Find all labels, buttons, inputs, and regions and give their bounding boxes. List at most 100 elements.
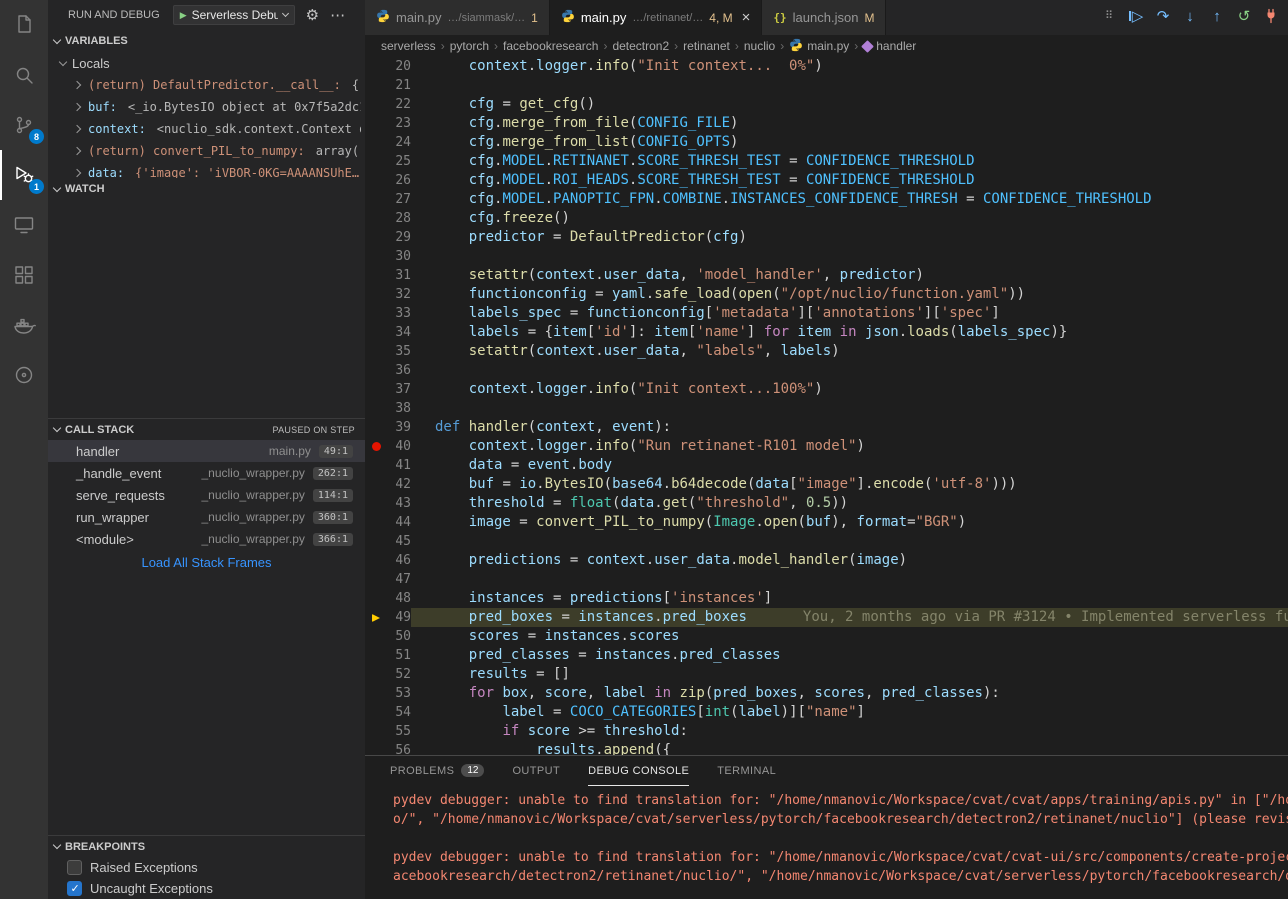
gear-icon[interactable]: ⚙ <box>306 8 319 23</box>
gutter[interactable] <box>365 304 387 323</box>
code-token: ]. <box>857 476 874 492</box>
sidebar-title: RUN AND DEBUG <box>68 9 160 21</box>
breadcrumb-item-pytorch[interactable]: pytorch <box>450 39 489 53</box>
breakpoint-checkbox[interactable] <box>67 881 82 896</box>
code-line: 51 pred_classes = instances.pred_classes <box>365 646 1288 665</box>
gutter[interactable] <box>365 285 387 304</box>
close-icon[interactable]: × <box>742 10 751 25</box>
activity-item-extensions[interactable] <box>0 250 48 300</box>
gutter[interactable] <box>365 741 387 755</box>
activity-item-docker[interactable] <box>0 300 48 350</box>
gutter[interactable] <box>365 494 387 513</box>
gutter[interactable] <box>365 646 387 665</box>
gutter[interactable] <box>365 627 387 646</box>
breakpoint-gutter[interactable] <box>365 437 387 456</box>
stack-frame[interactable]: <module>_nuclio_wrapper.py366:1 <box>48 528 365 550</box>
stack-frame[interactable]: handlermain.py49:1 <box>48 440 365 462</box>
more-icon[interactable]: ⋯ <box>330 8 345 23</box>
code-token: , <box>595 419 612 435</box>
gutter[interactable] <box>365 266 387 285</box>
gutter[interactable] <box>365 323 387 342</box>
activity-item-circle[interactable] <box>0 350 48 400</box>
breadcrumb-item-serverless[interactable]: serverless <box>381 39 436 53</box>
code-token: user_data <box>604 343 680 359</box>
gutter[interactable] <box>365 114 387 133</box>
gutter[interactable] <box>365 513 387 532</box>
gutter[interactable] <box>365 171 387 190</box>
gutter[interactable] <box>365 57 387 76</box>
step-into-icon[interactable]: ↓ <box>1180 5 1200 27</box>
variable-row[interactable]: data:{'image': 'iVBOR-0KG=AAAANSUhE… <box>48 162 365 178</box>
variable-row[interactable]: buf:<_io.BytesIO object at 0x7f5a2dc1ecc… <box>48 96 365 118</box>
panel-tab-debug-console[interactable]: DEBUG CONSOLE <box>588 756 689 786</box>
activity-item-remote-explorer[interactable] <box>0 200 48 250</box>
variables-section-header[interactable]: VARIABLES <box>48 30 365 52</box>
breadcrumb-item-facebookresearch[interactable]: facebookresearch <box>503 39 598 53</box>
breakpoint-checkbox[interactable] <box>67 860 82 875</box>
gutter[interactable] <box>365 551 387 570</box>
callstack-section-header[interactable]: CALL STACK PAUSED ON STEP <box>48 418 365 440</box>
breadcrumb-item-retinanet[interactable]: retinanet <box>683 39 730 53</box>
gutter[interactable] <box>365 703 387 722</box>
code-token: = <box>502 457 527 473</box>
activity-item-source-control[interactable]: 8 <box>0 100 48 150</box>
continue-icon[interactable]: ▷ <box>1126 5 1146 27</box>
breakpoint-row[interactable]: Uncaught Exceptions <box>48 878 365 899</box>
activity-item-run-debug[interactable]: 1 <box>0 150 48 200</box>
gutter[interactable] <box>365 399 387 418</box>
code-token: int <box>705 704 730 720</box>
gutter[interactable] <box>365 133 387 152</box>
panel-tab-problems[interactable]: PROBLEMS12 <box>390 756 484 786</box>
load-all-stack-frames-link[interactable]: Load All Stack Frames <box>48 550 365 574</box>
breadcrumb-item-main.py[interactable]: main.py <box>789 38 849 55</box>
panel-tab-terminal[interactable]: TERMINAL <box>717 756 776 786</box>
stack-frame[interactable]: _handle_event_nuclio_wrapper.py262:1 <box>48 462 365 484</box>
code-editor[interactable]: 20 context.logger.info("Init context... … <box>365 57 1288 755</box>
tab-main.py[interactable]: main.py…/siammask/…1 <box>365 0 550 35</box>
gutter[interactable] <box>365 589 387 608</box>
gutter[interactable] <box>365 342 387 361</box>
variable-row[interactable]: (return) DefaultPredictor.__call__:{'ins… <box>48 74 365 96</box>
activity-item-explorer[interactable] <box>0 0 48 50</box>
breadcrumb-item-nuclio[interactable]: nuclio <box>744 39 775 53</box>
variables-scope-row[interactable]: Locals <box>48 52 365 74</box>
gutter[interactable] <box>365 247 387 266</box>
gutter[interactable] <box>365 456 387 475</box>
tab-launch.json[interactable]: {}launch.jsonM <box>762 0 886 35</box>
gutter[interactable] <box>365 95 387 114</box>
gutter[interactable] <box>365 190 387 209</box>
breadcrumb-item-detectron2[interactable]: detectron2 <box>612 39 669 53</box>
gutter[interactable] <box>365 684 387 703</box>
watch-section-header[interactable]: WATCH <box>48 178 365 200</box>
gutter[interactable] <box>365 475 387 494</box>
stack-frame[interactable]: serve_requests_nuclio_wrapper.py114:1 <box>48 484 365 506</box>
step-out-icon[interactable]: ↑ <box>1207 5 1227 27</box>
gutter[interactable] <box>365 665 387 684</box>
gutter[interactable] <box>365 570 387 589</box>
code-token: ), <box>831 514 856 530</box>
step-over-icon[interactable]: ↷ <box>1153 5 1173 27</box>
gutter[interactable] <box>365 380 387 399</box>
breakpoint-row[interactable]: Raised Exceptions <box>48 857 365 878</box>
current-line-gutter[interactable] <box>365 608 387 627</box>
gutter[interactable] <box>365 152 387 171</box>
gutter[interactable] <box>365 209 387 228</box>
breadcrumb-item-handler[interactable]: handler <box>863 39 916 53</box>
breakpoints-section-header[interactable]: BREAKPOINTS <box>48 835 365 857</box>
gutter[interactable] <box>365 418 387 437</box>
debug-config-dropdown[interactable]: ▶ Serverless Debu <box>173 5 295 25</box>
gutter[interactable] <box>365 722 387 741</box>
restart-icon[interactable]: ↺ <box>1234 5 1254 27</box>
gutter[interactable] <box>365 76 387 95</box>
panel-tab-output[interactable]: OUTPUT <box>512 756 560 786</box>
gutter[interactable] <box>365 228 387 247</box>
activity-item-search[interactable] <box>0 50 48 100</box>
tab-main.py[interactable]: main.py…/retinanet/…4, M× <box>550 0 763 35</box>
gutter[interactable] <box>365 532 387 551</box>
code-token: ( <box>730 704 738 720</box>
disconnect-icon[interactable] <box>1261 5 1281 27</box>
gutter[interactable] <box>365 361 387 380</box>
variable-row[interactable]: context:<nuclio_sdk.context.Context obje… <box>48 118 365 140</box>
stack-frame[interactable]: run_wrapper_nuclio_wrapper.py360:1 <box>48 506 365 528</box>
variable-row[interactable]: (return) convert_PIL_to_numpy:array([[[ … <box>48 140 365 162</box>
